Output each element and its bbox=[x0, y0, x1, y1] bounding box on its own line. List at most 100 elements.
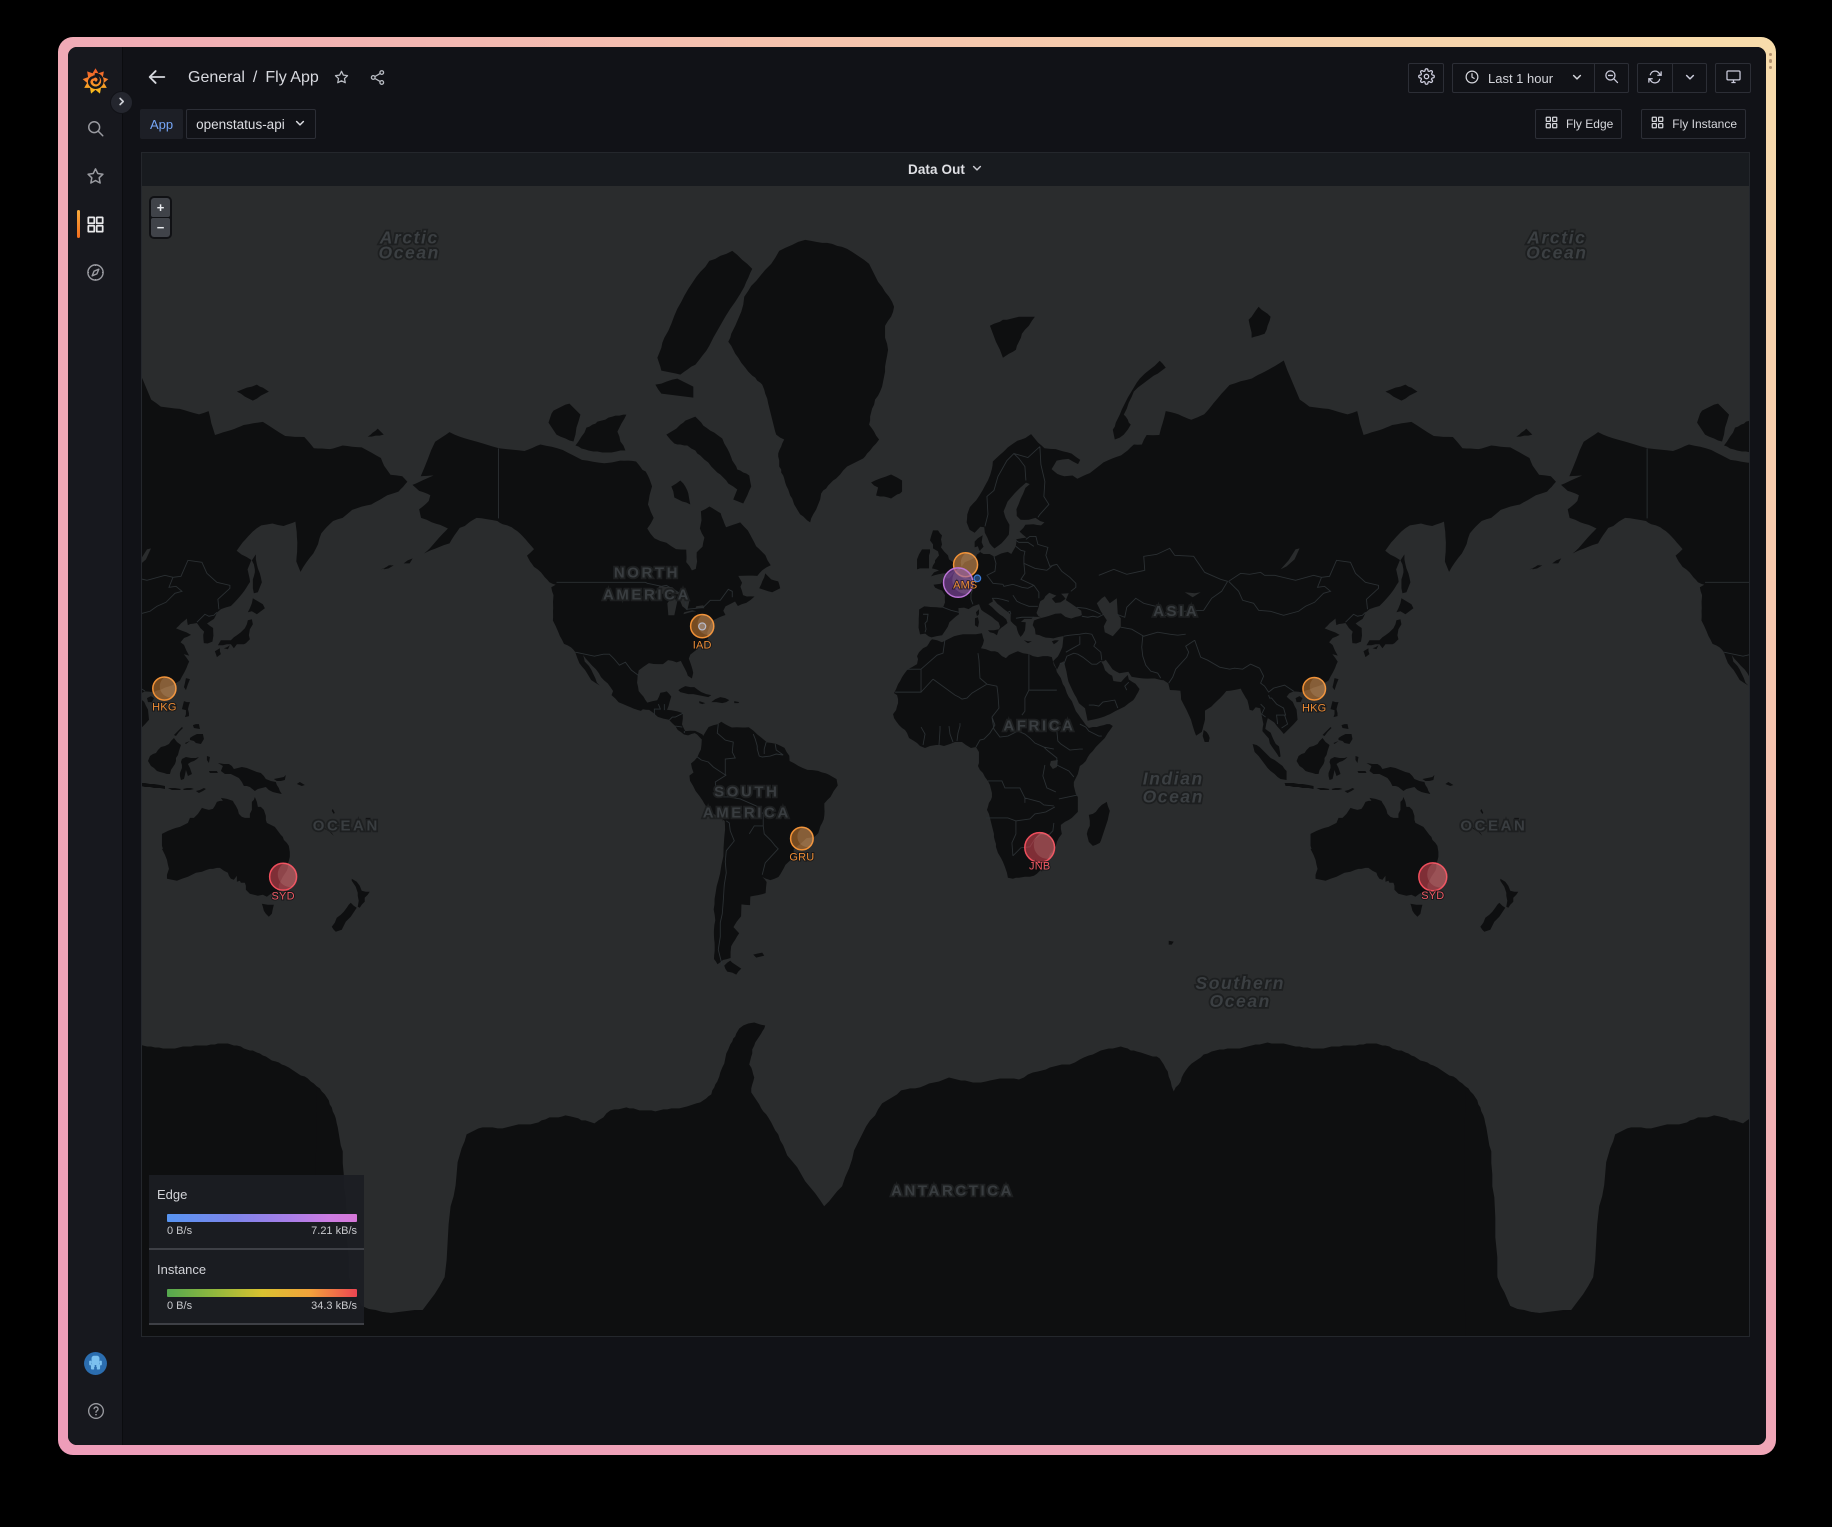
panel-header[interactable]: Data Out bbox=[142, 153, 1749, 186]
legend-gradient-instance bbox=[167, 1289, 357, 1297]
marker-label-ams: AMS bbox=[953, 580, 977, 592]
help-circle-icon bbox=[86, 1401, 106, 1421]
marker-ams-edge[interactable] bbox=[974, 575, 981, 582]
sidebar-item-dashboards[interactable] bbox=[68, 200, 123, 248]
window-resize-handle[interactable] bbox=[1768, 53, 1773, 69]
legend-max: 34.3 kB/s bbox=[311, 1300, 357, 1312]
search-icon bbox=[85, 118, 106, 139]
tv-mode-button[interactable] bbox=[1715, 63, 1751, 93]
breadcrumb-current[interactable]: Fly App bbox=[265, 69, 318, 87]
grafana-window: General / Fly App Last 1 hour App bbox=[68, 47, 1766, 1445]
sidebar-expand-button[interactable] bbox=[110, 91, 133, 114]
marker-label-gru: GRU bbox=[789, 851, 814, 863]
panel-data-out: Data Out ArcticOceanArcticOceanNORTHAMER… bbox=[141, 152, 1750, 1337]
marker-label-jnb: JNB bbox=[1029, 861, 1050, 873]
time-range-label: Last 1 hour bbox=[1488, 71, 1564, 86]
legend-min: 0 B/s bbox=[167, 1225, 192, 1237]
marker-label-hkg-w: HKG bbox=[152, 702, 176, 714]
marker-label-syd-w: SYD bbox=[272, 891, 295, 903]
top-navigation: General / Fly App Last 1 hour bbox=[124, 47, 1766, 101]
refresh-icon bbox=[1647, 69, 1663, 88]
star-icon bbox=[333, 69, 350, 89]
map-label-asia: ASIA bbox=[1153, 603, 1199, 620]
map-label-north: NORTH bbox=[614, 565, 680, 582]
world-map: ArcticOceanArcticOceanNORTHAMERICAASIAAF… bbox=[142, 186, 1749, 1336]
map-label-ocean: Ocean bbox=[1143, 786, 1204, 806]
map-label-south: SOUTH bbox=[714, 783, 779, 800]
sidebar bbox=[68, 47, 123, 1445]
breadcrumb: General / Fly App bbox=[188, 51, 391, 105]
chevron-down-icon bbox=[971, 161, 983, 179]
clock-icon bbox=[1464, 69, 1480, 88]
sidebar-item-starred[interactable] bbox=[68, 152, 123, 200]
apps-grid-icon bbox=[1544, 115, 1559, 133]
window-frame: General / Fly App Last 1 hour App bbox=[58, 37, 1776, 1455]
legend-section-edge: Edge 0 B/s 7.21 kB/s bbox=[149, 1175, 364, 1247]
map-label-africa: AFRICA bbox=[1003, 717, 1075, 734]
legend-title: Edge bbox=[157, 1187, 357, 1202]
marker-label-iad: IAD bbox=[693, 640, 712, 652]
dashboard-toolbar: Last 1 hour bbox=[1408, 63, 1751, 93]
map-zoom-in-button[interactable]: + bbox=[151, 198, 170, 217]
legend-gradient-edge bbox=[167, 1214, 357, 1222]
legend-section-instance: Instance 0 B/s 34.3 kB/s bbox=[149, 1250, 364, 1322]
back-button[interactable] bbox=[142, 63, 172, 93]
map-label-ocean: OCEAN bbox=[1460, 817, 1527, 834]
marker-iad-edge[interactable] bbox=[699, 623, 706, 630]
share-dashboard-button[interactable] bbox=[365, 64, 391, 94]
map-label-ocean: OCEAN bbox=[313, 817, 380, 834]
compass-icon bbox=[85, 262, 106, 283]
variable-label[interactable]: App bbox=[140, 109, 183, 139]
chevron-down-icon bbox=[1571, 71, 1583, 86]
map-label-antarctica: ANTARCTICA bbox=[891, 1183, 1014, 1200]
time-zoom-out-button[interactable] bbox=[1595, 63, 1629, 93]
refresh-button[interactable] bbox=[1637, 63, 1673, 93]
breadcrumb-separator: / bbox=[253, 69, 257, 87]
map-label-ocean: Ocean bbox=[1526, 242, 1587, 262]
panel-title: Data Out bbox=[908, 162, 965, 177]
chevron-right-icon bbox=[116, 95, 127, 110]
chevron-down-icon bbox=[294, 116, 306, 132]
search-minus-icon bbox=[1603, 68, 1620, 88]
dashboard-link-label: Fly Edge bbox=[1566, 117, 1613, 131]
active-indicator bbox=[77, 210, 80, 238]
legend-max: 7.21 kB/s bbox=[311, 1225, 357, 1237]
sidebar-item-help[interactable] bbox=[68, 1387, 123, 1435]
time-range-picker[interactable]: Last 1 hour bbox=[1452, 63, 1595, 93]
breadcrumb-root[interactable]: General bbox=[188, 69, 245, 87]
map-zoom-out-button[interactable]: − bbox=[151, 218, 170, 237]
apps-grid-icon bbox=[1650, 115, 1665, 133]
dashboard-link-fly-edge[interactable]: Fly Edge bbox=[1535, 109, 1622, 139]
main-area: General / Fly App Last 1 hour App bbox=[124, 47, 1766, 1445]
refresh-interval-dropdown[interactable] bbox=[1673, 63, 1707, 93]
geomap-panel[interactable]: ArcticOceanArcticOceanNORTHAMERICAASIAAF… bbox=[142, 186, 1749, 1336]
dashboard-link-fly-instance[interactable]: Fly Instance bbox=[1641, 109, 1746, 139]
map-label-america: AMERICA bbox=[703, 804, 791, 821]
variable-value: openstatus-api bbox=[196, 117, 285, 132]
avatar bbox=[83, 1351, 108, 1376]
monitor-icon bbox=[1725, 68, 1742, 88]
legend-min: 0 B/s bbox=[167, 1300, 192, 1312]
sidebar-item-explore[interactable] bbox=[68, 248, 123, 296]
sidebar-item-profile[interactable] bbox=[68, 1339, 123, 1387]
marker-label-hkg: HKG bbox=[1302, 702, 1326, 714]
grafana-logo[interactable] bbox=[82, 67, 109, 95]
map-label-america: AMERICA bbox=[603, 587, 691, 604]
legend-title: Instance bbox=[157, 1262, 357, 1277]
star-icon bbox=[85, 166, 106, 187]
map-legend: Edge 0 B/s 7.21 kB/s Instance 0 B/s 34.3 kB/s bbox=[149, 1175, 364, 1325]
favorite-dashboard-button[interactable] bbox=[329, 64, 355, 94]
apps-grid-icon bbox=[85, 214, 106, 235]
arrow-left-icon bbox=[146, 66, 168, 91]
dashboard-settings-button[interactable] bbox=[1408, 63, 1444, 93]
variable-value-dropdown[interactable]: openstatus-api bbox=[186, 109, 316, 139]
share-icon bbox=[369, 69, 386, 89]
dashboard-link-label: Fly Instance bbox=[1672, 117, 1737, 131]
chevron-down-icon bbox=[1684, 71, 1696, 86]
map-zoom-control: + − bbox=[149, 196, 172, 239]
gear-icon bbox=[1418, 68, 1435, 88]
marker-label-syd: SYD bbox=[1421, 890, 1444, 902]
map-label-ocean: Ocean bbox=[1210, 991, 1271, 1011]
legend-separator bbox=[149, 1323, 364, 1325]
dashboard-submenu: App openstatus-api Fly Edge Fly Instance bbox=[124, 109, 1766, 139]
